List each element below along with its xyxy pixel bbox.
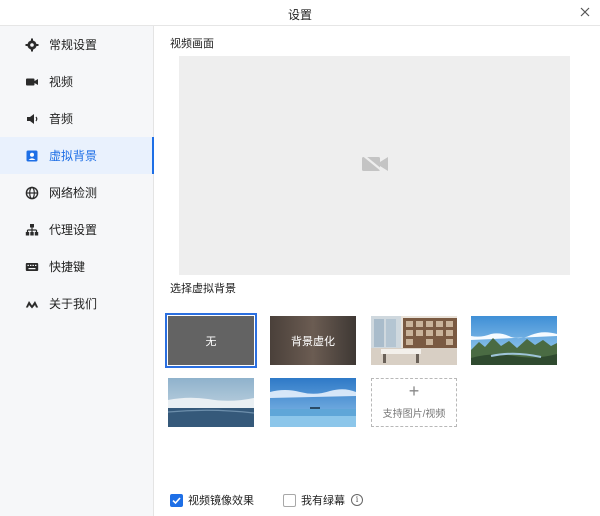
sidebar-item-label: 快捷键 [49, 260, 86, 274]
gear-icon [25, 38, 39, 52]
sidebar-item-shortcuts[interactable]: 快捷键 [0, 248, 154, 285]
background-option-none[interactable]: 无 [165, 313, 257, 368]
sidebar-item-about[interactable]: 关于我们 [0, 285, 154, 322]
checkbox-unchecked-icon [283, 493, 296, 507]
sidebar-item-label: 代理设置 [49, 223, 98, 237]
person-portrait-icon [25, 149, 39, 163]
sidebar-item-audio[interactable]: 音频 [0, 100, 154, 137]
sidebar-item-label: 视频 [49, 75, 74, 89]
add-background-label: 支持图片/视频 [382, 409, 446, 420]
sidebar-item-label: 关于我们 [49, 297, 98, 311]
video-preview [179, 56, 570, 275]
sidebar-item-label: 常规设置 [49, 38, 98, 52]
globe-icon [25, 186, 39, 200]
sidebar-item-proxy[interactable]: 代理设置 [0, 211, 154, 248]
green-screen-checkbox[interactable]: 我有绿幕 i [283, 492, 363, 508]
background-option-label: 背景虚化 [291, 336, 335, 348]
background-option-blur[interactable]: 背景虚化 [270, 316, 356, 365]
close-icon[interactable] [576, 3, 594, 21]
background-option-sea-mist[interactable] [168, 378, 254, 427]
mirror-effect-checkbox[interactable]: 视频镜像效果 [170, 492, 254, 508]
speaker-icon [25, 112, 39, 126]
checkbox-checked-icon [170, 493, 183, 507]
sidebar-item-video[interactable]: 视频 [0, 63, 154, 100]
plus-icon: + [408, 381, 420, 401]
sidebar-item-label: 音频 [49, 112, 74, 126]
sidebar-item-general[interactable]: 常规设置 [0, 26, 154, 63]
sidebar-item-network-test[interactable]: 网络检测 [0, 174, 154, 211]
main-panel: 视频画面 选择虚拟背景 无 背景虚化 + 支持图片/视频 视频镜像效果 我有绿幕… [155, 26, 600, 516]
info-icon[interactable]: i [351, 494, 363, 506]
logo-icon [25, 297, 39, 311]
sidebar-item-label: 网络检测 [49, 186, 98, 200]
background-option-blue-sky[interactable] [270, 378, 356, 427]
background-option-mountains[interactable] [471, 316, 557, 365]
background-option-office[interactable] [371, 316, 457, 365]
video-camera-icon [25, 75, 39, 89]
camera-off-icon [361, 154, 389, 177]
background-option-label: 无 [205, 336, 217, 348]
sidebar: 常规设置 视频 音频 虚拟背景 网络检测 代理设置 快捷键 关于我们 [0, 26, 154, 516]
network-tree-icon [25, 223, 39, 237]
sidebar-item-label: 虚拟背景 [49, 149, 98, 163]
mirror-effect-label: 视频镜像效果 [188, 495, 254, 507]
background-list-label: 选择虚拟背景 [170, 283, 236, 295]
title-bar: 设置 [0, 0, 600, 26]
preview-label: 视频画面 [170, 38, 214, 50]
green-screen-label: 我有绿幕 [301, 495, 345, 507]
sidebar-item-virtual-background[interactable]: 虚拟背景 [0, 137, 154, 174]
window-title: 设置 [287, 8, 312, 22]
keyboard-icon [25, 260, 39, 274]
add-background-button[interactable]: + 支持图片/视频 [371, 378, 457, 427]
